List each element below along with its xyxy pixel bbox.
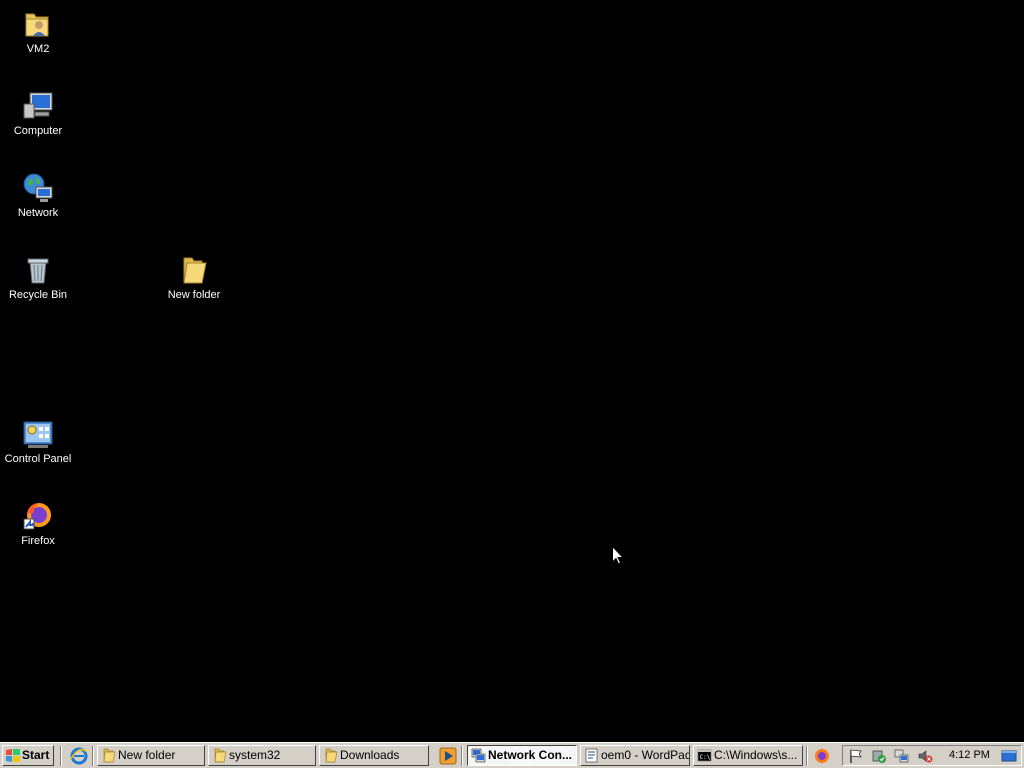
task-button-downloads[interactable]: Downloads	[319, 745, 429, 766]
taskbar-separator	[92, 746, 94, 766]
computer-icon	[23, 92, 53, 119]
clock[interactable]: 4:12 PM	[949, 746, 990, 765]
task-label: New folder	[118, 748, 176, 762]
desktop-icon-label: Recycle Bin	[8, 289, 68, 301]
media-player-icon[interactable]	[439, 747, 457, 765]
taskbar-separator	[806, 746, 808, 766]
volume-muted-icon[interactable]	[917, 748, 933, 764]
folder-icon	[103, 748, 116, 763]
start-button[interactable]: Start	[2, 745, 54, 766]
control-panel-icon	[23, 421, 53, 448]
desktop-icon-new-folder[interactable]: New folder	[152, 254, 236, 302]
cmd-icon: C:\	[697, 749, 712, 762]
flag-icon[interactable]	[848, 748, 864, 764]
task-button-network-connections[interactable]: Network Con...	[467, 745, 577, 766]
internet-explorer-icon[interactable]	[70, 747, 88, 765]
network-globe-icon	[23, 173, 53, 202]
wordpad-icon	[585, 748, 598, 763]
task-button-new-folder[interactable]: New folder	[97, 745, 205, 766]
start-label: Start	[22, 748, 50, 762]
user-folder-icon	[25, 13, 49, 37]
task-label: oem0 - WordPad	[601, 748, 690, 762]
desktop-icon-recycle-bin[interactable]: Recycle Bin	[0, 254, 80, 302]
desktop-icon-label: Network	[17, 207, 59, 219]
recycle-bin-icon	[27, 258, 49, 284]
task-button-wordpad[interactable]: oem0 - WordPad	[580, 745, 690, 766]
mouse-pointer-icon	[612, 546, 624, 565]
network-connections-icon	[471, 748, 486, 763]
task-label: Downloads	[340, 748, 400, 762]
taskbar-separator	[461, 746, 463, 766]
task-button-command-prompt[interactable]: C:\ C:\Windows\s...	[693, 745, 803, 766]
firefox-icon	[23, 503, 51, 530]
task-label: system32	[229, 748, 281, 762]
desktop-icon-network[interactable]: Network	[0, 172, 80, 220]
desktop-icon-label: Firefox	[21, 535, 55, 547]
task-label: Network Con...	[488, 748, 573, 762]
desktop-icon-label: New folder	[167, 289, 221, 301]
windows-logo-icon	[6, 749, 20, 762]
network-icon[interactable]	[894, 748, 910, 764]
firefox-icon[interactable]	[813, 747, 831, 765]
show-desktop-icon[interactable]	[1001, 748, 1017, 764]
svg-text:C:\: C:\	[700, 754, 711, 761]
desktop-icon-control-panel[interactable]: Control Panel	[0, 418, 80, 466]
folder-icon	[325, 748, 338, 763]
desktop-icon-computer[interactable]: Computer	[0, 90, 80, 138]
desktop-icon-vm2[interactable]: VM2	[0, 8, 80, 56]
desktop-icon-firefox[interactable]: Firefox	[0, 500, 80, 548]
taskbar: Start New folder system32 Downloads Netw…	[0, 742, 1024, 768]
desktop-icon-label: VM2	[26, 43, 50, 55]
folder-icon	[214, 748, 227, 763]
desktop-icon-label: Control Panel	[4, 453, 72, 465]
system-tray: 4:12 PM	[842, 745, 1022, 766]
security-icon[interactable]	[871, 748, 887, 764]
folder-icon	[183, 257, 207, 284]
desktop-icon-label: Computer	[13, 125, 63, 137]
task-label: C:\Windows\s...	[714, 748, 798, 762]
task-button-system32[interactable]: system32	[208, 745, 316, 766]
taskbar-separator	[60, 746, 62, 766]
desktop: VM2 Computer Network Recycle Bin New fol…	[0, 0, 1024, 742]
